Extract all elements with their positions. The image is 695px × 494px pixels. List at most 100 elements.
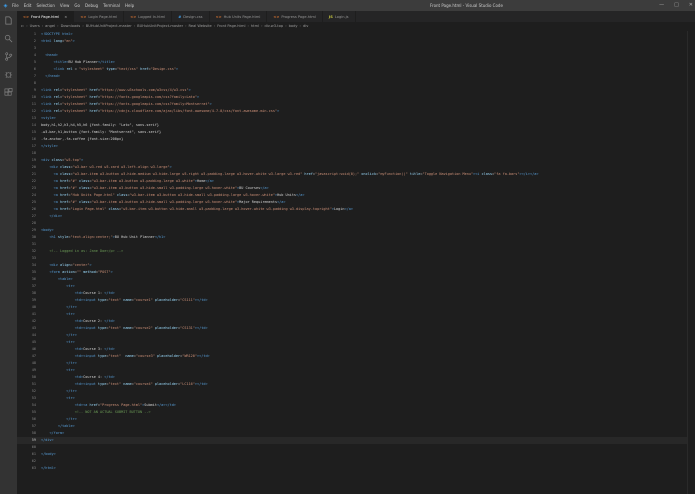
editor-tab[interactable]: <> Front Page.html × [17,11,75,22]
code-line[interactable]: 41 <tr> [17,311,695,318]
code-line[interactable]: 8 [17,80,695,87]
code-line[interactable]: 39 <td><input type="text" name="course1"… [17,297,695,304]
code-line[interactable]: 4 <head> [17,52,695,59]
code-line[interactable]: 37 <tr> [17,283,695,290]
code-line[interactable]: 20 <div class="w3-bar w3-red w3-card w3-… [17,164,695,171]
breadcrumb-item[interactable]: div.w3-top [265,24,284,28]
code-line[interactable]: 42 <td>Course 2: </td> [17,318,695,325]
code-line[interactable]: 45 <tr> [17,339,695,346]
explorer-button[interactable] [0,11,17,29]
breadcrumb-item[interactable]: c: [21,24,24,28]
menu-file[interactable]: File [12,3,19,8]
code-line[interactable]: 5 <title>BU Hub Planner</title> [17,59,695,66]
code-line[interactable]: 19 <div class="w3-top"> [17,157,695,164]
code-editor[interactable]: 1 <!DOCTYPE html> 2 <html lang="en"> 3 4 <hea… [17,31,695,494]
code-line[interactable]: 13 <style> [17,115,695,122]
code-line[interactable]: 52 </tr> [17,388,695,395]
code-line[interactable]: 40 </tr> [17,304,695,311]
code-line[interactable]: 29 <body> [17,227,695,234]
code-line[interactable]: 27 </div> [17,213,695,220]
editor-tab[interactable]: # Design.css [172,11,210,22]
breadcrumb-item[interactable]: Real Website [189,24,212,28]
breadcrumb-item[interactable]: BUHubUnitProject-master [86,24,132,28]
breadcrumb-item[interactable]: div [303,24,308,28]
menu-selection[interactable]: Selection [36,3,54,8]
code-line[interactable]: 24 <a href="Hub Units Page.html" class="… [17,192,695,199]
code-line[interactable]: 31 [17,241,695,248]
code-line[interactable]: 9 <link rel="stylesheet" href="https://ww… [17,87,695,94]
code-line[interactable]: 32 <!-- Logged in as: Jane Doe</p> --> [17,248,695,255]
breadcrumb-item[interactable]: angel [45,24,55,28]
code-line[interactable]: 48 </tr> [17,360,695,367]
code-line[interactable]: 54 <td><a href="Progress Page.html">Subm… [17,402,695,409]
editor-tab[interactable]: <> Hub Units Page.html [210,11,268,22]
code-line[interactable]: 60 [17,444,695,451]
close-icon[interactable]: ✕ [689,2,693,8]
code-line[interactable]: 10 <link rel="stylesheet" href="https://f… [17,94,695,101]
code-line[interactable]: 36 <table> [17,276,695,283]
code-line[interactable]: 3 [17,45,695,52]
code-line[interactable]: 55 <!-- NOT AN ACTUAL SUBMIT BUTTON --> [17,409,695,416]
code-line[interactable]: 21 <a class="w3-bar-item w3-button w3-hi… [17,171,695,178]
code-line[interactable]: 50 <td>Course 4: </td> [17,374,695,381]
editor-tab[interactable]: JS Login.js [323,11,356,22]
code-line[interactable]: 28 [17,220,695,227]
code-line[interactable]: 63 </html> [17,465,695,472]
code-line[interactable]: 22 <a href="#" class="w3-bar-item w3-but… [17,178,695,185]
code-line[interactable]: 34 <div align="center"> [17,262,695,269]
code-line[interactable]: 35 <form action="" method="POST"> [17,269,695,276]
code-line[interactable]: 62 [17,458,695,465]
code-line[interactable]: 6 <link rel = "stylesheet" type="text/cs… [17,66,695,73]
code-line[interactable]: 12 <link rel="stylesheet" href="https://c… [17,108,695,115]
code-line[interactable]: 43 <td><input type="text" name="course2"… [17,325,695,332]
breadcrumb-item[interactable]: html [251,24,259,28]
code-line[interactable]: 14 body,h1,h2,h3,h4,h5,h6 {font-family: "… [17,122,695,129]
code-line[interactable]: 47 <td><input type="text" name="course3"… [17,353,695,360]
code-line[interactable]: 1 <!DOCTYPE html> [17,31,695,38]
code-line[interactable]: 57 </table> [17,423,695,430]
menu-terminal[interactable]: Terminal [103,3,120,8]
code-line[interactable]: 25 <a href="#" class="w3-bar-item w3-but… [17,199,695,206]
code-line[interactable]: 17 </style> [17,143,695,150]
editor-scrollbar[interactable] [687,31,695,494]
editor-tab[interactable]: <> Logged In.html [124,11,173,22]
extensions-button[interactable] [0,83,17,101]
code-line[interactable]: 46 <td>Course 3: </td> [17,346,695,353]
code-line[interactable]: 38 <td>Course 1: </td> [17,290,695,297]
debug-button[interactable] [0,65,17,83]
code-line[interactable]: 7 </head> [17,73,695,80]
source-control-button[interactable] [0,47,17,65]
code-line[interactable]: 49 <tr> [17,367,695,374]
code-line[interactable]: 23 <a href="#" class="w3-bar-item w3-but… [17,185,695,192]
tab-close-icon[interactable]: × [64,15,67,19]
search-button[interactable] [0,29,17,47]
code-line[interactable]: 56 </tr> [17,416,695,423]
code-line[interactable]: 11 <link rel="stylesheet" href="https://f… [17,101,695,108]
menu-help[interactable]: Help [125,3,134,8]
code-line[interactable]: 53 <tr> [17,395,695,402]
breadcrumb-item[interactable]: Front Page.html [217,24,245,28]
code-line[interactable]: 61 </body> [17,451,695,458]
code-line[interactable]: 16 .fa-anchor,.fa-coffee {font-size:200px… [17,136,695,143]
editor-tab[interactable]: <> Progress Page.html [267,11,323,22]
maximize-icon[interactable]: □ [674,2,679,8]
code-line[interactable]: 44 </tr> [17,332,695,339]
code-line[interactable]: 58 </form> [17,430,695,437]
menu-view[interactable]: View [60,3,70,8]
editor-tab[interactable]: <> Login Page.html [74,11,125,22]
breadcrumb-item[interactable]: BUHubUnitProject-master [137,24,183,28]
code-line[interactable]: 2 <html lang="en"> [17,38,695,45]
menu-edit[interactable]: Edit [24,3,32,8]
code-line[interactable]: 59 </div> [17,437,695,444]
breadcrumb-item[interactable]: Downloads [61,24,81,28]
code-line[interactable]: 51 <td><input type="text" name="course4"… [17,381,695,388]
code-line[interactable]: 15 .w3-bar,h1,button {font-family: "Monts… [17,129,695,136]
menu-debug[interactable]: Debug [85,3,98,8]
code-line[interactable]: 33 [17,255,695,262]
code-line[interactable]: 26 <a href="Login Page.html" class="w3-b… [17,206,695,213]
minimize-icon[interactable]: — [659,2,664,8]
breadcrumb-item[interactable]: body [289,24,298,28]
code-line[interactable]: 30 <h1 style="text-align:center;">BU Hub… [17,234,695,241]
code-line[interactable]: 18 [17,150,695,157]
breadcrumb-item[interactable]: Users [30,24,40,28]
